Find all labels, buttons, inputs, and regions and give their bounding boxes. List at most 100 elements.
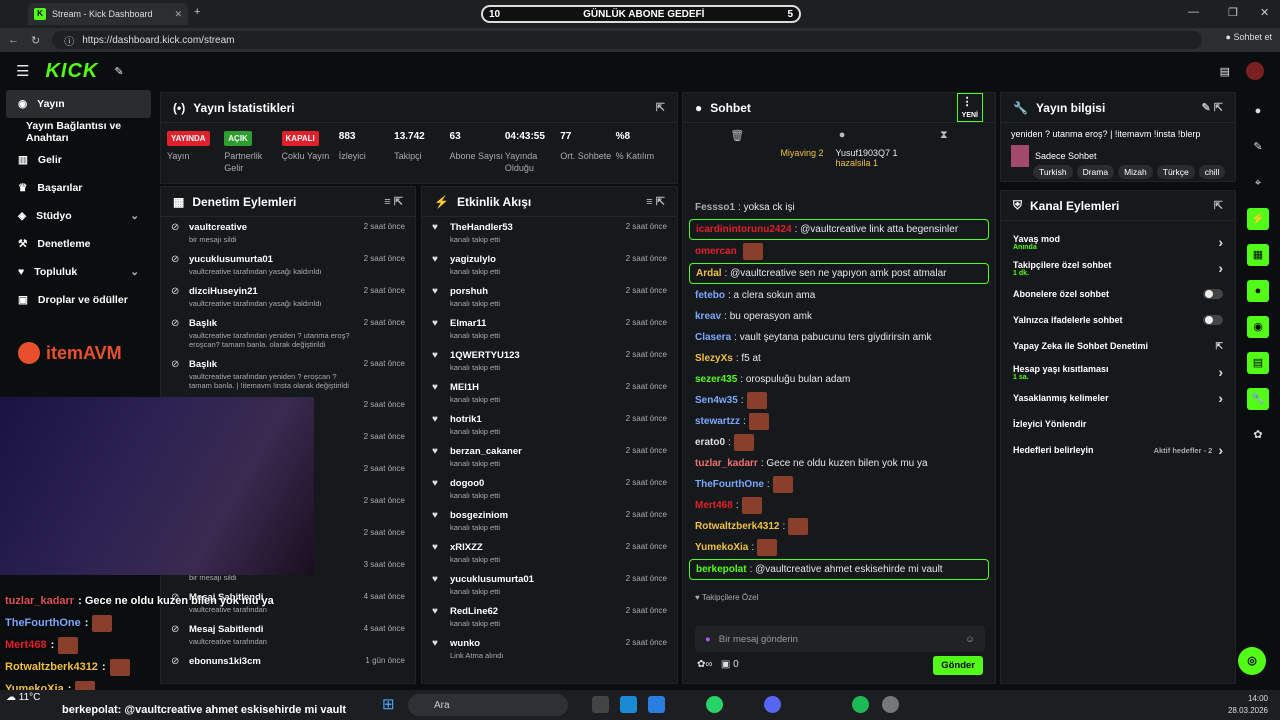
tag[interactable]: Turkish: [1033, 165, 1073, 179]
chat-username[interactable]: SlezyXs: [695, 353, 733, 364]
list-item[interactable]: ♥ yagizulylo kanalı takip etti 2 saat önce: [422, 249, 677, 281]
channel-option[interactable]: Yalnızca ifadelerle sohbet: [1001, 309, 1235, 331]
spotify-icon[interactable]: [852, 696, 869, 713]
edit-icon[interactable]: ✎ ⇱: [1202, 101, 1224, 114]
chat-message[interactable]: YumekoXia:: [695, 537, 983, 558]
chat-username[interactable]: TheFourthOne: [695, 479, 764, 490]
chat-message[interactable]: SlezyXs: f5 at: [695, 348, 983, 369]
bolt-icon[interactable]: ⚡: [1247, 208, 1269, 230]
edit-icon[interactable]: ✎: [1247, 136, 1269, 158]
settings-icon[interactable]: ✿: [1247, 424, 1269, 446]
channel-option[interactable]: İzleyici Yönlendir: [1001, 413, 1235, 435]
sidebar-item-topluluk[interactable]: ♥ Topluluk ⌄: [0, 258, 157, 286]
channel-option[interactable]: Hesap yaşı kısıtlaması 1 sa. ›: [1001, 361, 1235, 383]
taskbar-search[interactable]: Ara: [408, 694, 568, 716]
minimize-icon[interactable]: —: [1188, 6, 1199, 18]
document-icon[interactable]: ▦: [1247, 244, 1269, 266]
copilot-button[interactable]: ● Sohbet et: [1226, 32, 1272, 42]
settings-icon[interactable]: [882, 696, 899, 713]
chat-username[interactable]: Ardal: [696, 268, 722, 279]
close-tab-icon[interactable]: ✕: [174, 9, 182, 20]
sidebar-item-basarilar[interactable]: ♛ Başarılar: [0, 174, 157, 202]
popout-icon[interactable]: ⇱: [1215, 341, 1223, 352]
sidebar-item-gelir[interactable]: ▥ Gelir: [0, 146, 157, 174]
channel-option[interactable]: Yapay Zeka ile Sohbet Denetimi ⇱: [1001, 335, 1235, 357]
chat-username[interactable]: Mert468: [695, 500, 733, 511]
send-button[interactable]: Gönder: [933, 656, 983, 675]
chevron-right-icon[interactable]: ›: [1218, 364, 1223, 380]
sidebar-item-studyo[interactable]: ◈ Stüdyo ⌄: [0, 202, 157, 230]
chat-message[interactable]: icardinintorunu2424: @vaultcreative link…: [689, 219, 989, 240]
list-item[interactable]: ⊘ vaultcreative bir mesajı sildi 2 saat önc…: [161, 217, 415, 249]
list-item[interactable]: ⊘ Başlık vaultcreative tarafından yeniden …: [161, 313, 415, 354]
chat-message[interactable]: Ardal: @vaultcreative sen ne yapıyon amk…: [689, 263, 989, 284]
chat-username[interactable]: erato0: [695, 437, 725, 448]
emoji-icon[interactable]: ☺: [965, 634, 975, 645]
list-item[interactable]: ♥ bosgeziniom kanalı takip etti 2 saat önce: [422, 505, 677, 537]
list-item[interactable]: ♥ 1QWERTYU123 kanalı takip etti 2 saat önce: [422, 345, 677, 377]
list-item[interactable]: ♥ xRIXZZ kanalı takip etti 2 saat önce: [422, 537, 677, 569]
chat-input[interactable]: ● Bir mesaj gönderin ☺: [695, 626, 985, 652]
info-icon[interactable]: ●: [1247, 100, 1269, 122]
list-item[interactable]: ♥ MEI1H kanalı takip etti 2 saat önce: [422, 377, 677, 409]
toggle-switch[interactable]: [1203, 289, 1223, 299]
chat-message[interactable]: omercan: [695, 241, 983, 262]
tag[interactable]: chill: [1198, 165, 1226, 179]
chat-icon[interactable]: ●: [839, 129, 846, 142]
list-item[interactable]: ♥ dogoo0 kanalı takip etti 2 saat önce: [422, 473, 677, 505]
filter-icon[interactable]: ≡ ⇱: [384, 195, 403, 208]
layout-icon[interactable]: ▤: [1220, 65, 1230, 78]
channel-option[interactable]: Yavaş mod Anında ›: [1001, 231, 1235, 253]
discord-icon[interactable]: [764, 696, 781, 713]
list-item[interactable]: ♥ Elmar11 kanalı takip etti 2 saat önce: [422, 313, 677, 345]
kick-logo[interactable]: KICK: [45, 60, 98, 83]
chat-message[interactable]: Sen4w35:: [695, 390, 983, 411]
chat-username[interactable]: tuzlar_kadarr: [695, 458, 758, 469]
menu-icon[interactable]: ☰: [16, 62, 29, 80]
chat-username[interactable]: Fessso1: [695, 202, 735, 213]
chat-icon[interactable]: ●: [1247, 280, 1269, 302]
chevron-right-icon[interactable]: ›: [1218, 260, 1223, 276]
url-field[interactable]: ⓘ https://dashboard.kick.com/stream: [52, 31, 1203, 49]
list-item[interactable]: ⊘ dizciHuseyin21 vaultcreative tarafından …: [161, 281, 415, 313]
weather[interactable]: ☁ 11°C: [6, 692, 40, 703]
avatar[interactable]: [1246, 62, 1264, 80]
browser-tab[interactable]: K Stream - Kick Dashboard ✕: [28, 3, 188, 25]
tag[interactable]: Türkçe: [1156, 165, 1195, 179]
reload-icon[interactable]: ↻: [31, 34, 40, 47]
list-item[interactable]: ⊘ yucuklusumurta01 vaultcreative tarafında…: [161, 249, 415, 281]
popout-icon[interactable]: ⇱: [1214, 199, 1223, 212]
chat-username[interactable]: YumekoXia: [695, 542, 748, 553]
broadcast-icon[interactable]: ◉: [1247, 316, 1269, 338]
task-view-icon[interactable]: [592, 696, 609, 713]
list-item[interactable]: ♥ porshuh kanalı takip etti 2 saat önce: [422, 281, 677, 313]
wrench-icon[interactable]: 🔧: [1247, 388, 1269, 410]
sidebar-item-denetleme[interactable]: ⚒ Denetleme: [0, 230, 157, 258]
windows-start-icon[interactable]: ⊞: [382, 695, 395, 713]
list-item[interactable]: ♥ wunko Link Atma alındı 2 saat önce: [422, 633, 677, 665]
chat-message[interactable]: Rotwaltzberk4312:: [695, 516, 983, 537]
chat-message[interactable]: tuzlar_kadarr: Gece ne oldu kuzen bilen …: [695, 453, 983, 474]
chat-username[interactable]: sezer435: [695, 374, 737, 385]
chat-username[interactable]: kreav: [695, 311, 721, 322]
chat-message[interactable]: fetebo: a clera sokun ama: [695, 285, 983, 306]
chat-message[interactable]: kreav: bu operasyon amk: [695, 306, 983, 327]
chevron-right-icon[interactable]: ›: [1218, 234, 1223, 250]
list-item[interactable]: ♥ hotrik1 kanalı takip etti 2 saat önce: [422, 409, 677, 441]
sidebar-item-stream-key[interactable]: Yayın Bağlantısı ve Anahtarı: [0, 118, 157, 146]
chat-username[interactable]: Clasera: [695, 332, 731, 343]
chat-username[interactable]: berkepolat: [696, 564, 747, 575]
chevron-right-icon[interactable]: ›: [1218, 390, 1223, 406]
chat-username[interactable]: fetebo: [695, 290, 725, 301]
list-item[interactable]: ♥ TheHandler53 kanalı takip etti 2 saat önc…: [422, 217, 677, 249]
whatsapp-icon[interactable]: [706, 696, 723, 713]
trash-icon[interactable]: 🗑: [730, 129, 744, 142]
chat-message[interactable]: Fessso1: yoksa ck işi: [695, 197, 983, 218]
chat-message[interactable]: stewartzz:: [695, 411, 983, 432]
channel-option[interactable]: Hedefleri belirleyin Aktif hedefler - 2 ›: [1001, 439, 1235, 461]
channel-option[interactable]: Yasaklanmış kelimeler ›: [1001, 387, 1235, 409]
filter-icon[interactable]: ≡ ⇱: [646, 195, 665, 208]
chat-message[interactable]: berkepolat: @vaultcreative ahmet eskiseh…: [689, 559, 989, 580]
new-tab-button[interactable]: +: [194, 6, 200, 18]
edge-icon[interactable]: [620, 696, 637, 713]
